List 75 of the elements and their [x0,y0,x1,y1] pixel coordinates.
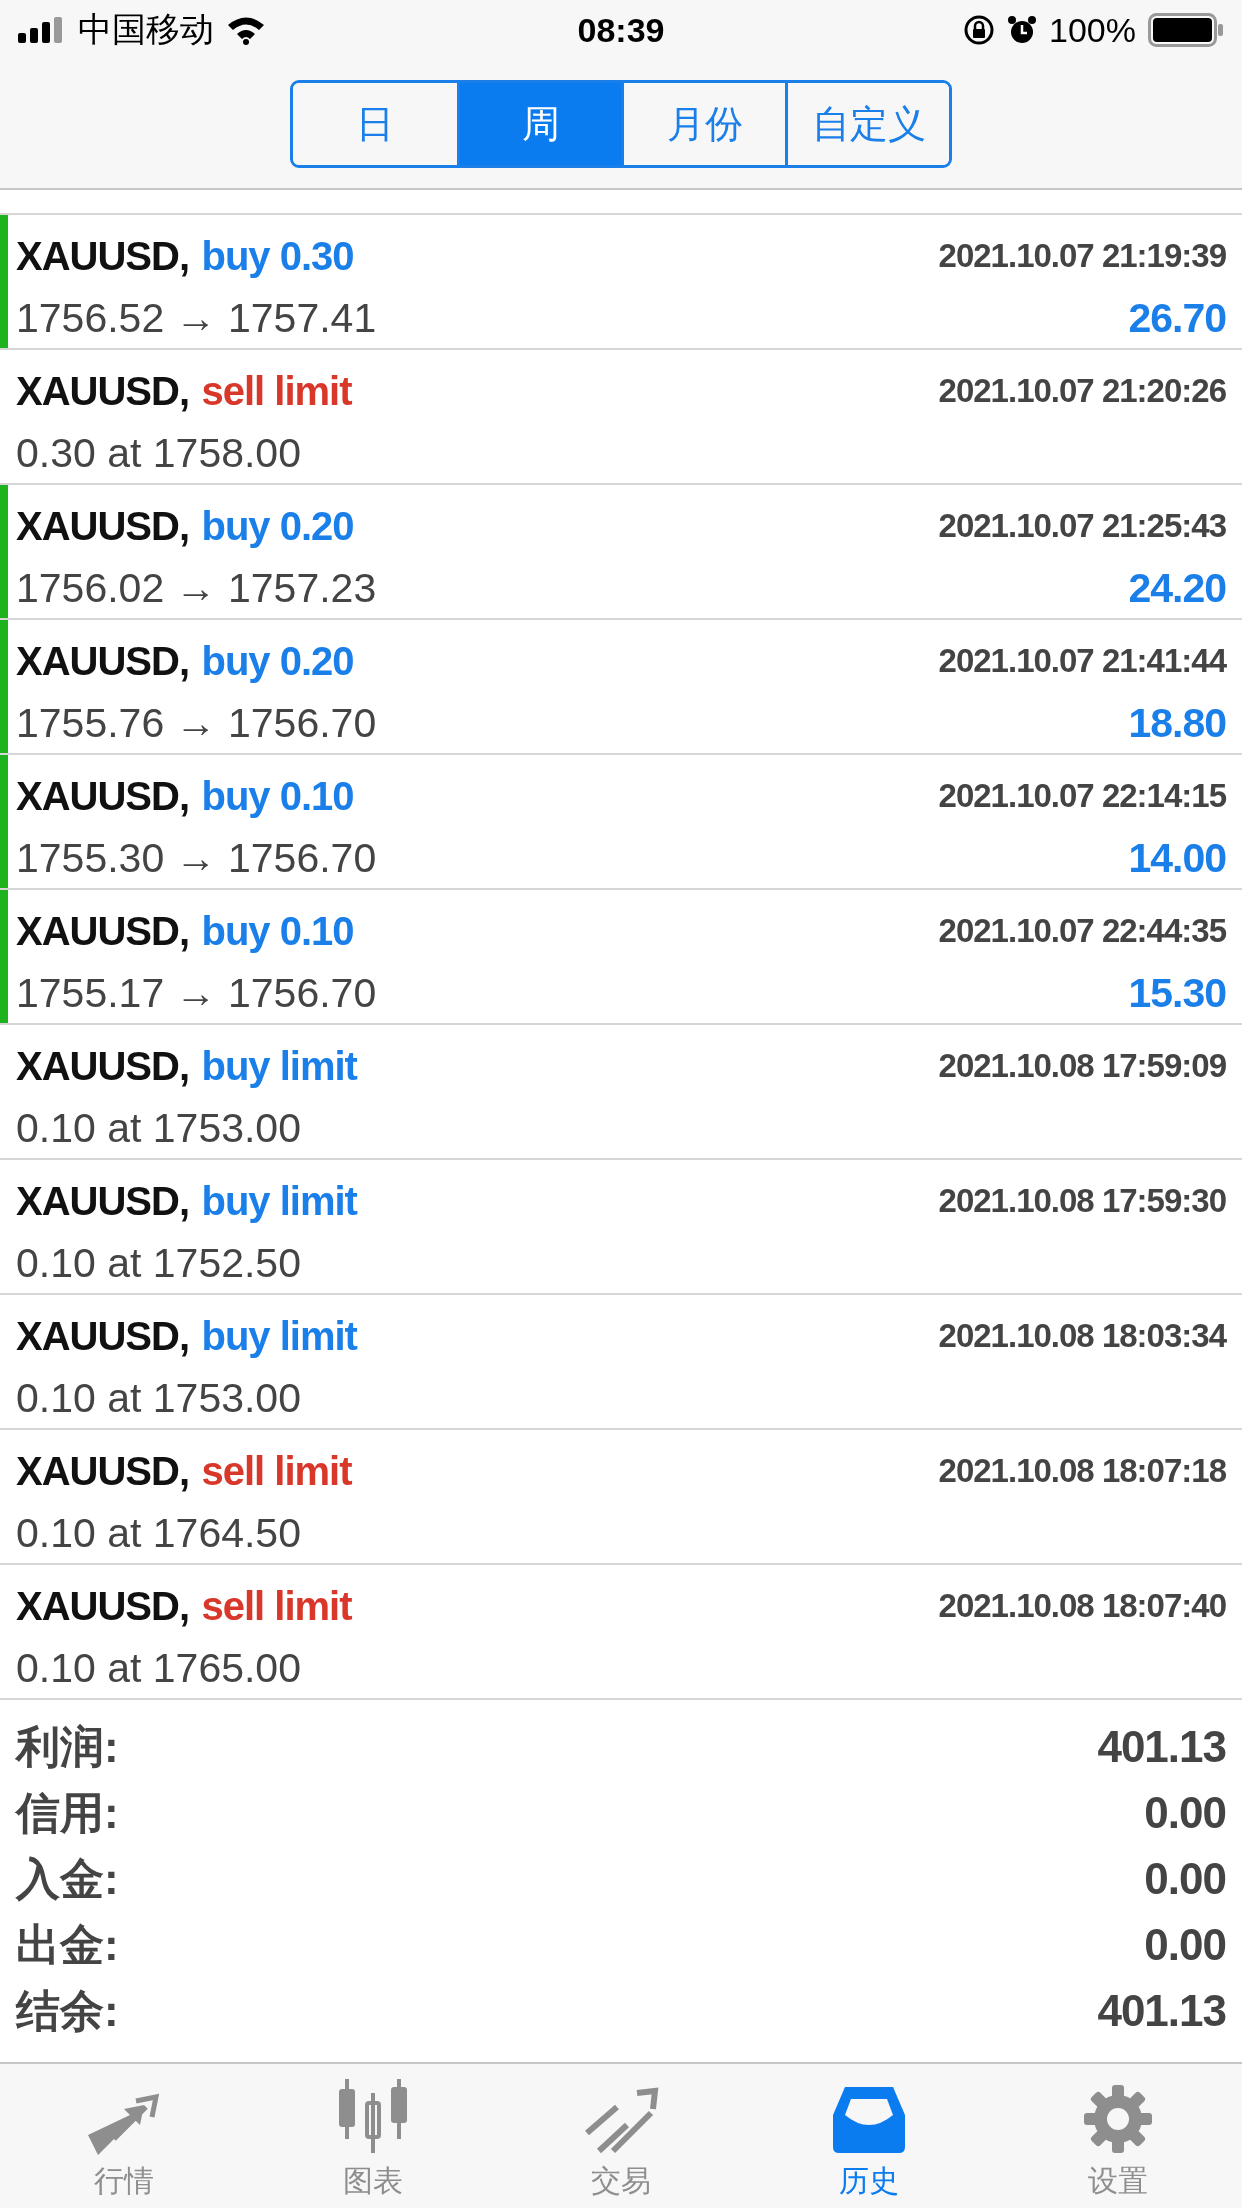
price-detail: 1755.76 → 1756.70 [16,699,377,747]
profit-value: 26.70 [1128,294,1226,342]
symbol-label: XAUUSD, [16,233,190,278]
order-time: 2021.10.08 18:03:34 [938,1317,1226,1355]
order-time: 2021.10.07 21:20:26 [938,372,1226,410]
profit-value: 18.80 [1128,699,1226,747]
order-time: 2021.10.07 22:14:15 [938,777,1226,815]
order-type: buy limit [201,1178,357,1223]
price-detail: 1755.30 → 1756.70 [16,834,377,882]
summary-label: 出金: [16,1918,119,1971]
summary-value: 0.00 [1144,1854,1226,1904]
price-detail: 0.10 at 1753.00 [16,1374,301,1422]
symbol-label: XAUUSD, [16,908,190,953]
price-detail: 0.10 at 1765.00 [16,1644,301,1692]
symbol-label: XAUUSD, [16,1043,190,1088]
order-type: buy limit [201,1043,357,1088]
rotation-lock-icon [963,14,996,46]
symbol-label: XAUUSD, [16,368,190,413]
settings-icon [1081,2083,1154,2155]
tab-bar-item[interactable]: 历史 [745,2064,994,2208]
order-time: 2021.10.08 17:59:09 [938,1047,1226,1085]
order-time: 2021.10.08 18:07:18 [938,1452,1226,1490]
order-type: buy 0.20 [201,638,354,683]
symbol-label: XAUUSD, [16,773,190,818]
profit-value: 24.20 [1128,564,1226,612]
summary-value: 401.13 [1097,1722,1226,1772]
order-type: sell limit [201,1583,352,1628]
symbol-label: XAUUSD, [16,1178,190,1223]
order-type: buy 0.30 [201,233,354,278]
order-time: 2021.10.08 18:07:40 [938,1587,1226,1625]
symbol-label: XAUUSD, [16,1448,190,1493]
order-time: 2021.10.07 21:25:43 [938,507,1226,545]
profit-value: 14.00 [1128,834,1226,882]
price-detail: 0.10 at 1752.50 [16,1239,301,1287]
summary-value: 0.00 [1144,1920,1226,1970]
symbol-label: XAUUSD, [16,638,190,683]
order-type: sell limit [201,368,352,413]
inbox-icon [831,2085,908,2155]
order-time: 2021.10.07 21:19:39 [938,237,1226,275]
order-type: buy 0.20 [201,503,354,548]
tab-bar-item[interactable]: 图表 [248,2064,497,2208]
summary-label: 利润: [16,1720,119,1773]
price-detail: 1756.02 → 1757.23 [16,564,377,612]
period-tab[interactable]: 周 [457,83,621,165]
tab-bar-item[interactable]: 设置 [993,2064,1242,2208]
price-detail: 0.30 at 1758.00 [16,429,301,477]
order-time: 2021.10.07 22:44:35 [938,912,1226,950]
period-tab[interactable]: 自定义 [785,83,949,165]
profit-value: 15.30 [1128,969,1226,1017]
summary-label: 入金: [16,1852,119,1905]
summary-label: 结余: [16,1984,119,2037]
symbol-label: XAUUSD, [16,503,190,548]
price-detail: 1756.52 → 1757.41 [16,294,377,342]
tab-bar-item[interactable]: 行情 [0,2064,249,2208]
alarm-icon [1007,15,1038,45]
price-detail: 0.10 at 1753.00 [16,1104,301,1152]
price-detail: 0.10 at 1764.50 [16,1509,301,1557]
order-time: 2021.10.07 21:41:44 [938,642,1226,680]
tab-bar-item[interactable]: 交易 [496,2064,746,2208]
battery-percent: 100% [1049,10,1136,50]
clock-time: 08:39 [577,10,665,50]
price-detail: 1755.17 → 1756.70 [16,969,377,1017]
order-type: buy 0.10 [201,773,354,818]
order-type: buy 0.10 [201,908,354,953]
battery-icon [1148,13,1224,47]
summary-value: 0.00 [1144,1788,1226,1838]
summary-value: 401.13 [1097,1986,1226,2036]
order-time: 2021.10.08 17:59:30 [938,1182,1226,1220]
symbol-label: XAUUSD, [16,1313,190,1358]
summary-label: 信用: [16,1786,119,1839]
order-type: buy limit [201,1313,357,1358]
carrier-name: 中国移动 [78,9,214,50]
order-type: sell limit [201,1448,352,1493]
wifi-icon [226,15,266,45]
symbol-label: XAUUSD, [16,1583,190,1628]
